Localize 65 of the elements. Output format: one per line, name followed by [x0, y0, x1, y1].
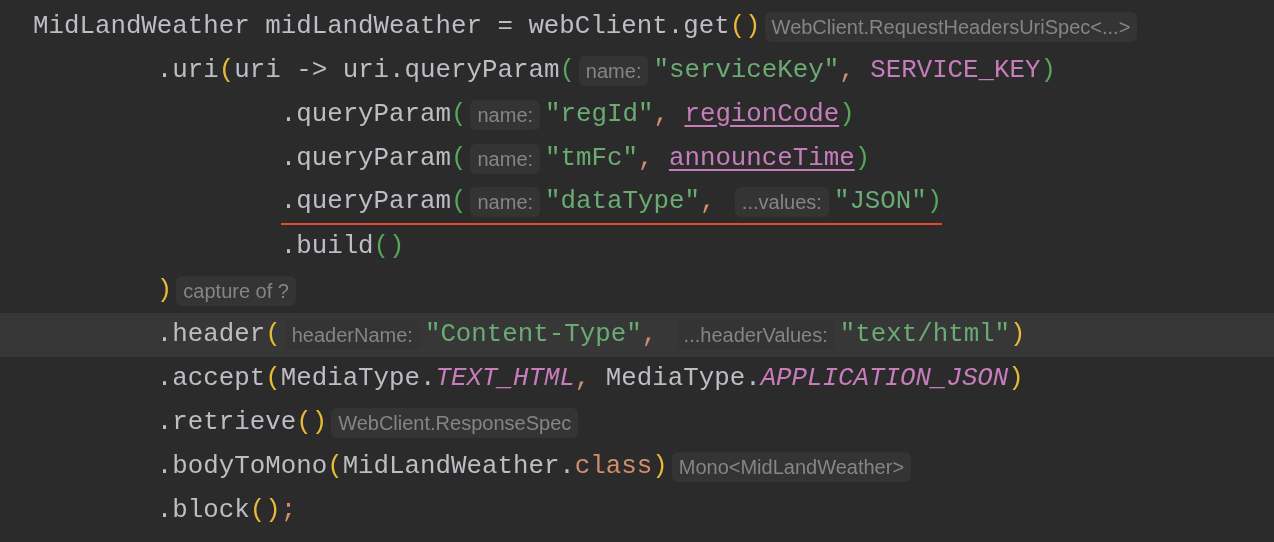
- code-token: (): [296, 406, 328, 439]
- code-token: (: [451, 185, 467, 218]
- code-token: uri -> uri.queryParam: [234, 54, 560, 87]
- code-token: (: [451, 98, 467, 131]
- inlay-hint: WebClient.RequestHeadersUriSpec<...>: [764, 12, 1138, 42]
- inlay-hint: ...headerValues:: [676, 320, 835, 350]
- code-token: ): [652, 450, 668, 483]
- code-token: (: [451, 142, 467, 175]
- code-token: announceTime: [668, 142, 855, 175]
- inlay-hint: name:: [578, 56, 649, 86]
- code-token: .queryParam: [280, 185, 451, 218]
- code-token: APPLICATION_JSON: [760, 362, 1009, 395]
- code-token: "serviceKey": [653, 54, 840, 87]
- inlay-hint: Mono<MidLandWeather>: [671, 452, 912, 482]
- code-token: TEXT_HTML: [435, 362, 575, 395]
- code-token: ): [156, 274, 173, 307]
- inlay-hint: name:: [470, 100, 541, 130]
- code-token: .accept: [156, 362, 266, 395]
- code-token: .bodyToMono: [156, 450, 328, 483]
- code-token: MidLandWeather.: [342, 450, 575, 483]
- code-token: .header: [156, 318, 266, 351]
- code-token: (: [559, 54, 575, 87]
- code-token: .queryParam: [280, 142, 451, 175]
- code-token: (): [373, 230, 405, 263]
- code-token: ,: [839, 54, 856, 87]
- code-token: SERVICE_KEY: [870, 54, 1041, 87]
- code-token: ): [1008, 362, 1024, 395]
- inlay-hint: capture of ?: [176, 276, 296, 306]
- code-token: ,: [653, 98, 670, 131]
- code-token: .queryParam: [280, 98, 451, 131]
- inlay-hint: name:: [470, 144, 541, 174]
- code-token: .block: [156, 494, 250, 527]
- code-token: (: [265, 362, 281, 395]
- code-token: ): [854, 142, 871, 175]
- code-token: "dataType": [545, 185, 700, 218]
- inlay-hint: ...values:: [734, 187, 829, 217]
- code-token: .build: [280, 230, 374, 263]
- code-token: ): [926, 185, 943, 218]
- code-token: ,: [574, 362, 591, 395]
- code-token: ): [1040, 54, 1056, 87]
- code-token: class: [574, 450, 653, 483]
- code-token: ,: [637, 142, 655, 175]
- code-token: (: [218, 54, 235, 87]
- code-token: "tmFc": [545, 142, 638, 175]
- code-token: ): [839, 98, 855, 131]
- code-token: MediaType.: [604, 362, 761, 395]
- code-token: regionCode: [684, 98, 840, 131]
- code-token: (: [327, 450, 343, 483]
- code-token: .retrieve: [156, 406, 297, 439]
- code-token: (): [249, 494, 281, 527]
- code-token: (: [265, 318, 281, 351]
- code-token: "Content-Type": [424, 318, 642, 351]
- code-token: .uri: [156, 54, 219, 87]
- code-token: (): [729, 10, 761, 43]
- code-token: MidLandWeather midLandWeather = webClient.get: [33, 10, 730, 43]
- inlay-hint: name:: [470, 187, 541, 217]
- code-token: "text/html": [839, 318, 1011, 351]
- code-token: ,: [641, 318, 659, 351]
- inlay-hint: WebClient.ResponseSpec: [331, 408, 579, 438]
- code-token: ): [1010, 318, 1026, 351]
- code-token: ,: [699, 185, 717, 218]
- code-token: ;: [280, 494, 297, 527]
- code-token: MediaType.: [280, 362, 436, 395]
- code-token: "regId": [545, 98, 654, 131]
- code-token: "JSON": [833, 185, 927, 218]
